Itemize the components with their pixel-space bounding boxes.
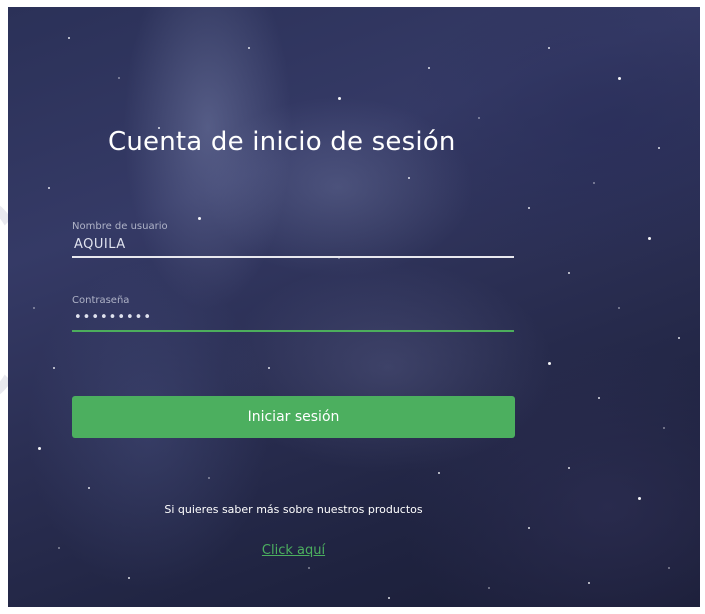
- login-button[interactable]: Iniciar sesión: [72, 396, 515, 438]
- password-input[interactable]: •••••••••: [72, 310, 514, 332]
- click-here-link[interactable]: Click aquí: [262, 543, 325, 558]
- password-field: Contraseña •••••••••: [72, 295, 514, 332]
- page: Cuenta de inicio de sesión Nombre de usu…: [0, 0, 705, 614]
- password-label: Contraseña: [72, 295, 130, 306]
- login-window: Cuenta de inicio de sesión Nombre de usu…: [8, 7, 700, 607]
- username-label: Nombre de usuario: [72, 221, 168, 232]
- page-title: Cuenta de inicio de sesión: [108, 127, 456, 157]
- username-field: Nombre de usuario: [72, 221, 514, 258]
- link-container: Click aquí: [72, 543, 515, 558]
- info-text: Si quieres saber más sobre nuestros prod…: [164, 503, 423, 516]
- username-input[interactable]: [72, 236, 514, 258]
